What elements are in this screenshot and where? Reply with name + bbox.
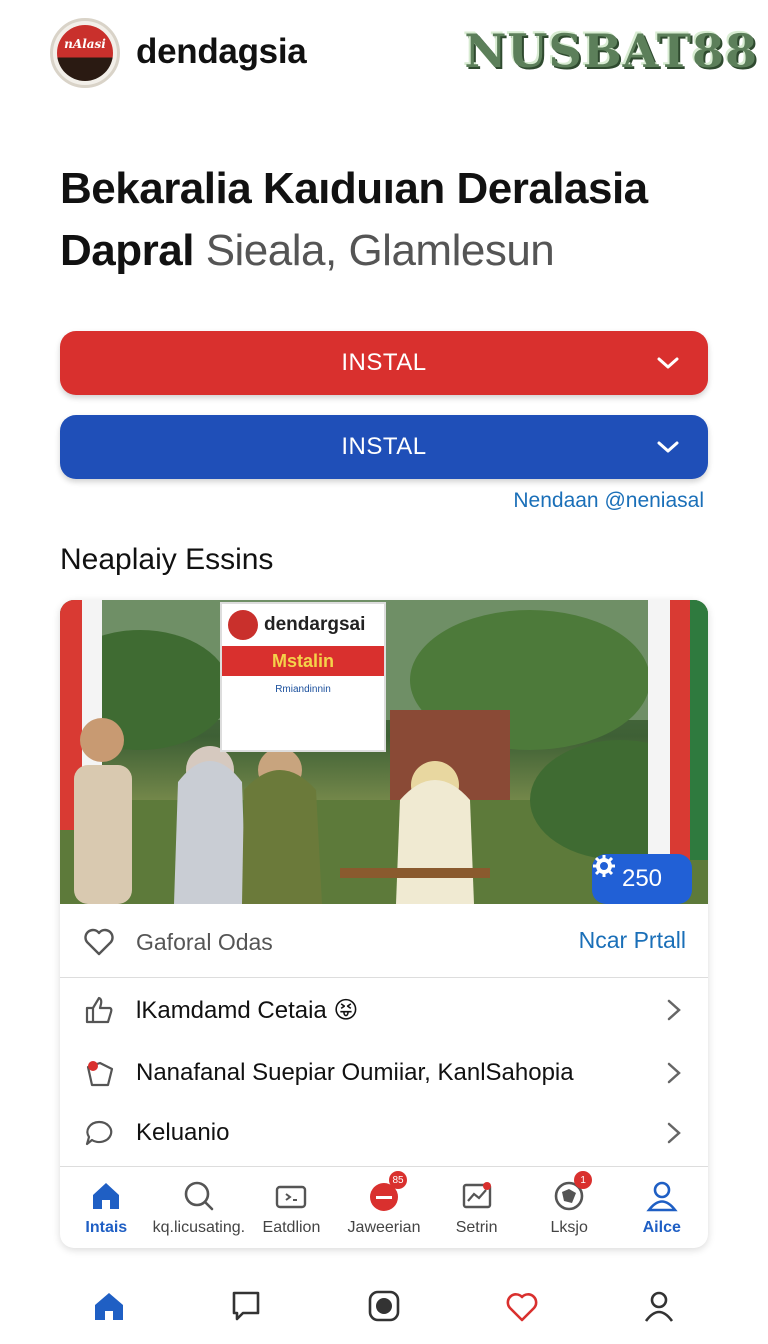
tab-profile[interactable]: Ailce	[615, 1167, 708, 1248]
logo-text: nAlasi	[64, 37, 106, 51]
tab-label: Setrin	[455, 1219, 498, 1236]
sign-footer: Rmiandinnin	[275, 684, 331, 695]
sign-name: dendargsai	[264, 614, 366, 635]
tab-badge: 1	[574, 1171, 593, 1189]
sign-band-text: Mstalin	[271, 650, 334, 671]
chevron-right-icon	[667, 1122, 681, 1144]
brand-watermark: NUSBAT88	[464, 24, 758, 78]
list-item[interactable]: Nanafanal Suepiar Oumiiar, KanlSahopia	[60, 1043, 708, 1103]
bottom-nav	[0, 1268, 768, 1344]
gear-icon-wrap: 1	[552, 1171, 593, 1213]
record-icon	[368, 1290, 400, 1322]
section-title: Neaplaiy Essins	[60, 543, 274, 576]
banner-sign: dendargsai Mstalin Rmiandinnin	[220, 602, 386, 752]
chevron-down-icon	[657, 357, 679, 369]
person-icon	[646, 1181, 678, 1212]
tab-label: Jaweerian	[347, 1219, 421, 1236]
tab-label: Lksjo	[550, 1219, 588, 1236]
install-button-red[interactable]: INSTAL	[60, 331, 708, 395]
app-logo[interactable]: nAlasi	[50, 18, 120, 88]
install-button-blue[interactable]: INSTAL	[60, 415, 708, 479]
card-photo[interactable]: dendargsai Mstalin Rmiandinnin 250	[60, 600, 708, 904]
handle-link[interactable]: Nendaan @neniasal	[513, 489, 704, 513]
like-row-label: Gaforal Odas	[136, 929, 273, 955]
list-item-label: Keluanio	[136, 1119, 230, 1146]
install-button-red-label: INSTAL	[341, 349, 427, 376]
tab-chat[interactable]: 85 Jaweerian	[338, 1167, 431, 1248]
gear-icon	[593, 855, 615, 877]
tab-label: kq.licusating.	[152, 1219, 246, 1236]
tab-badge: 85	[389, 1171, 408, 1189]
tag-alert-icon	[86, 1061, 114, 1087]
app-page: nAlasi dendagsia NUSBAT88 Bekaralia Kaıd…	[0, 0, 768, 1344]
app-header: nAlasi dendagsia NUSBAT88	[0, 0, 768, 108]
chat-icon	[233, 1291, 260, 1321]
list-item[interactable]: lKamdamd Cetaia 😝	[60, 980, 708, 1040]
chat-icon-wrap: 85	[367, 1171, 408, 1213]
tab-label: Eatdlion	[262, 1219, 321, 1236]
nav-profile[interactable]	[634, 1281, 684, 1331]
nav-shield[interactable]	[497, 1281, 547, 1331]
like-row[interactable]: Gaforal Odas Ncar Prtall	[60, 904, 708, 978]
logo-emblem: nAlasi	[57, 25, 113, 81]
home-icon	[93, 1183, 120, 1209]
search-icon	[184, 1181, 214, 1211]
list-item[interactable]: Keluanio	[60, 1103, 708, 1163]
sign-logo	[228, 610, 258, 640]
heart-icon	[84, 928, 114, 956]
shield-icon	[506, 1293, 537, 1322]
tab-label: Intais	[85, 1219, 128, 1236]
card-tabbar: Intais kq.licusating. Eatdlion 85 Jaweer…	[60, 1166, 708, 1248]
count-badge[interactable]: 250	[592, 854, 692, 904]
chart-icon	[462, 1182, 491, 1209]
like-row-cta[interactable]: Ncar Prtall	[579, 927, 686, 954]
feature-card: dendargsai Mstalin Rmiandinnin 250 Gafor…	[60, 600, 708, 1248]
tab-search[interactable]: kq.licusating.	[153, 1167, 246, 1248]
sign-header: dendargsai	[222, 604, 384, 646]
sign-band: Mstalin	[222, 646, 384, 676]
app-name: dendagsia	[136, 32, 307, 71]
tab-home[interactable]: Intais	[60, 1167, 153, 1248]
nav-home[interactable]	[84, 1281, 134, 1331]
tab-misc[interactable]: 1 Lksjo	[523, 1167, 616, 1248]
chevron-right-icon	[667, 999, 681, 1021]
tab-settings[interactable]: Setrin	[430, 1167, 523, 1248]
tab-label: Ailce	[642, 1219, 681, 1236]
install-button-blue-label: INSTAL	[341, 433, 427, 460]
thumbs-up-icon	[85, 996, 113, 1024]
page-title-sub: Sieala, Glamlesun	[205, 226, 555, 275]
profile-icon	[645, 1291, 674, 1322]
badge-count: 250	[621, 865, 663, 892]
list-item-label: lKamdamd Cetaia 😝	[136, 997, 359, 1024]
home-icon	[94, 1293, 123, 1320]
tab-wallet[interactable]: Eatdlion	[245, 1167, 338, 1248]
nav-record[interactable]	[359, 1281, 409, 1331]
nav-chat[interactable]	[221, 1281, 271, 1331]
list-item-label: Nanafanal Suepiar Oumiiar, KanlSahopia	[136, 1059, 574, 1086]
wallet-icon	[276, 1185, 307, 1209]
comment-icon	[85, 1120, 113, 1146]
page-title: Bekaralia Kaıduıan Deralasia Dapral Siea…	[60, 158, 740, 282]
chevron-right-icon	[667, 1062, 681, 1084]
chevron-down-icon	[657, 441, 679, 453]
